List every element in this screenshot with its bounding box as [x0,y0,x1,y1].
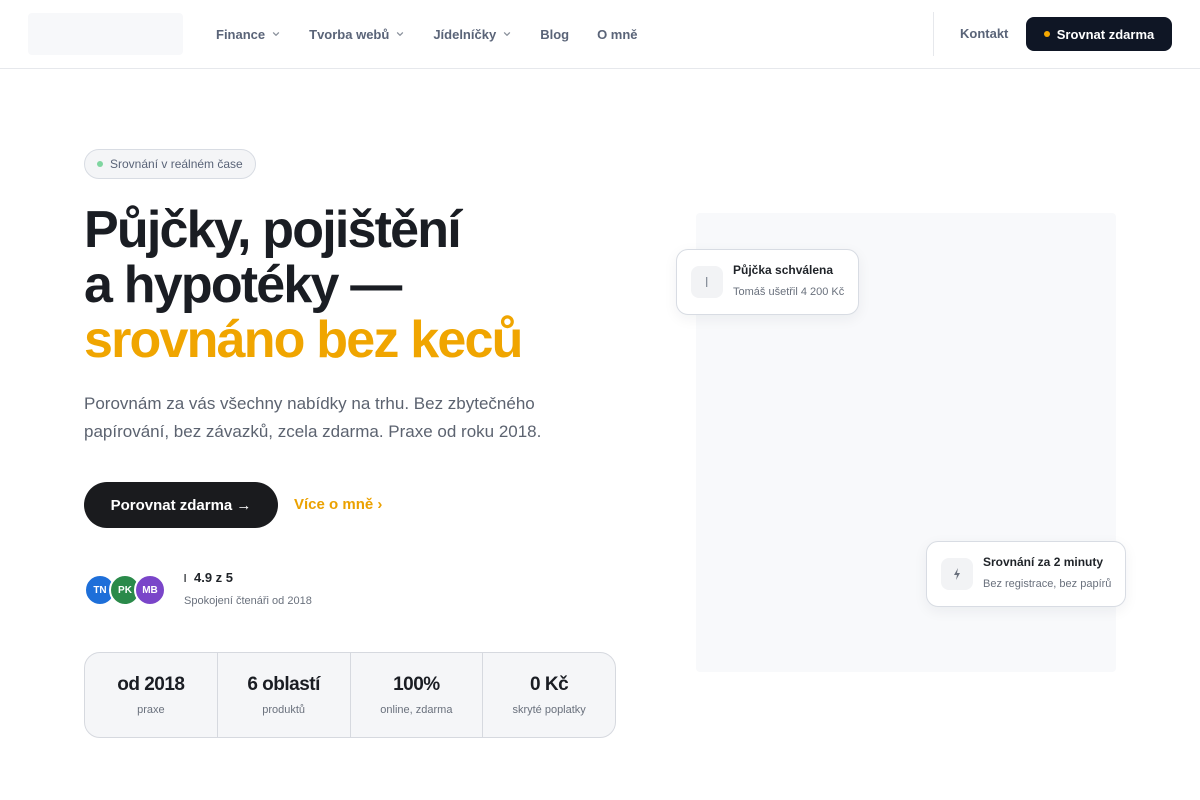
stat-label: skryté poplatky [512,704,586,716]
check-icon [691,266,723,298]
card-subtitle: Tomáš ušetřil 4 200 Kč [733,286,845,298]
chevron-down-icon [272,32,280,36]
badge-label: Srovnání v reálném čase [110,157,243,171]
card-title: Půjčka schválena [733,263,834,277]
avatar: MB [134,574,166,606]
nav-item-tvorba-webu[interactable]: Tvorba webů [309,27,405,42]
about-me-link[interactable]: Více o mně › [294,496,382,513]
stat-item: 100% online, zdarma [351,653,484,737]
stat-item: 6 oblastí produktů [218,653,351,737]
card-subtitle: Bez registrace, bez papírů [983,578,1112,590]
site-header: Finance Tvorba webů Jídelníčky Blog O mn… [0,0,1200,69]
status-dot-icon [1043,31,1050,37]
loan-approved-card: Půjčka schválena Tomáš ušetřil 4 200 Kč [676,249,859,315]
contact-link[interactable]: Kontakt [960,26,1008,41]
realtime-badge: Srovnání v reálném čase [84,149,256,179]
compare-button[interactable]: Porovnat zdarma → [84,482,278,528]
hero-title: Půjčky, pojištění a hypotéky — srovnáno … [84,201,523,369]
speed-card: Srovnání za 2 minuty Bez registrace, bez… [926,541,1126,607]
stat-item: 0 Kč skryté poplatky [483,653,615,737]
hero-title-line-2: a hypotéky — [84,256,402,314]
nav-item-blog[interactable]: Blog [540,27,569,42]
hero-lead: Porovnám za vás všechny nabídky na trhu.… [84,394,542,441]
logo[interactable] [28,13,183,55]
header-divider [933,12,934,56]
nav-item-jidelnicky[interactable]: Jídelníčky [433,27,512,42]
nav-item-label: Finance [216,26,266,42]
live-dot-icon [97,161,103,167]
stat-item: od 2018 praxe [85,653,218,737]
hero-title-line-1: Půjčky, pojištění [84,201,462,259]
compare-free-button[interactable]: Srovnat zdarma [1026,17,1172,51]
stat-label: produktů [262,704,306,716]
rating-caption: Spokojení čtenáři od 2018 [184,595,312,607]
stat-label: online, zdarma [380,704,453,716]
nav-item-finance[interactable]: Finance [216,27,281,42]
nav-item-label: O mně [597,26,638,42]
stat-value: od 2018 [117,674,185,695]
main-nav: Finance Tvorba webů Jídelníčky Blog O mn… [216,0,638,68]
stat-value: 0 Kč [530,674,569,695]
stat-value: 6 oblastí [247,674,320,695]
stat-value: 100% [393,674,440,695]
rating: 4.9 z 5 [184,570,233,585]
nav-item-label: Jídelníčky [433,26,497,42]
chevron-down-icon [397,32,404,36]
hero-title-accent: srovnáno bez keců [84,311,523,369]
rating-value: 4.9 z 5 [194,570,234,585]
nav-item-label: Tvorba webů [309,26,390,42]
compare-free-button-label: Srovnat zdarma [1056,26,1155,42]
card-title: Srovnání za 2 minuty [983,555,1104,569]
nav-item-label: Blog [540,26,570,42]
lightning-icon [941,558,973,590]
star-icon [184,573,186,582]
stats-panel: od 2018 praxe 6 oblastí produktů 100% on… [84,652,616,738]
chevron-down-icon [504,32,511,36]
nav-item-o-mne[interactable]: O mně [597,27,637,42]
stat-label: praxe [137,704,165,716]
